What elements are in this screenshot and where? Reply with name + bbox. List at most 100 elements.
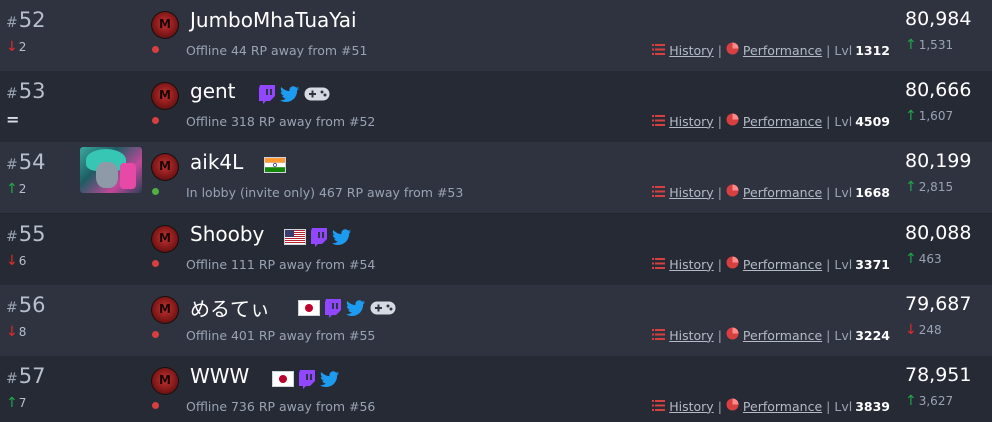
performance-link[interactable]: Performance bbox=[743, 114, 822, 129]
rank: #52 bbox=[6, 8, 45, 32]
list-icon bbox=[652, 399, 666, 414]
rank-emblem-icon: M bbox=[151, 11, 179, 39]
japan-flag-icon bbox=[298, 300, 320, 316]
history-link[interactable]: History bbox=[669, 185, 713, 200]
link-divider: | bbox=[826, 113, 831, 129]
link-divider: | bbox=[717, 184, 722, 200]
player-name[interactable]: めるてぃ bbox=[190, 293, 270, 322]
rank-hash: # bbox=[6, 15, 18, 31]
leaderboard-row: #55 ↓6 M Shooby Offline 111 RP away from… bbox=[0, 214, 992, 285]
rank-change-value: 6 bbox=[18, 254, 27, 268]
japan-flag-icon bbox=[272, 371, 294, 387]
usa-flag-icon bbox=[284, 229, 306, 245]
twitter-icon[interactable] bbox=[332, 228, 352, 246]
arrow-up-icon: ↑ bbox=[6, 395, 18, 411]
player-name[interactable]: JumboMhaTuaYai bbox=[190, 8, 357, 32]
india-flag-icon bbox=[264, 157, 286, 173]
player-name[interactable]: Shooby bbox=[190, 222, 264, 246]
twitch-icon[interactable] bbox=[310, 227, 328, 247]
gamepad-icon bbox=[370, 300, 396, 316]
arrow-up-icon: ↑ bbox=[6, 181, 18, 197]
rank-change-value: 8 bbox=[18, 325, 27, 339]
level-value: 3371 bbox=[855, 256, 890, 272]
rp-change: ↑ 3,627 bbox=[905, 393, 953, 409]
player-badges bbox=[298, 298, 396, 318]
pie-chart-icon bbox=[726, 327, 739, 343]
history-link[interactable]: History bbox=[669, 257, 713, 272]
history-link[interactable]: History bbox=[669, 114, 713, 129]
arrow-down-icon: ↓ bbox=[6, 253, 18, 269]
rank: #56 bbox=[6, 293, 45, 317]
rp-change: ↑ 1,531 bbox=[905, 37, 953, 53]
list-icon bbox=[652, 114, 666, 129]
twitter-icon[interactable] bbox=[280, 85, 300, 103]
player-badges bbox=[284, 227, 352, 247]
link-divider: | bbox=[717, 327, 722, 343]
rank-emblem-icon: M bbox=[151, 82, 179, 110]
rp-total: 80,199 bbox=[905, 150, 972, 172]
pie-chart-icon bbox=[726, 184, 739, 200]
rp-change: ↓ 248 bbox=[905, 322, 942, 338]
arrow-up-icon: ↑ bbox=[905, 108, 917, 124]
rank-number: 53 bbox=[18, 79, 46, 103]
performance-link[interactable]: Performance bbox=[743, 328, 822, 343]
arrow-down-icon: ↓ bbox=[905, 322, 917, 338]
rank-change: ↓6 bbox=[6, 253, 26, 269]
twitch-icon[interactable] bbox=[324, 298, 342, 318]
rank: #53 bbox=[6, 79, 45, 103]
player-status: Offline 736 RP away from #56 bbox=[186, 399, 376, 414]
player-status: Offline 318 RP away from #52 bbox=[186, 114, 376, 129]
player-links: History | Performance | Lvl 3839 bbox=[652, 398, 890, 414]
link-divider: | bbox=[717, 256, 722, 272]
performance-link[interactable]: Performance bbox=[743, 185, 822, 200]
rp-change-value: 2,815 bbox=[918, 180, 954, 194]
link-divider: | bbox=[717, 113, 722, 129]
history-link[interactable]: History bbox=[669, 328, 713, 343]
player-name[interactable]: aik4L bbox=[190, 150, 243, 174]
rp-change: ↑ 2,815 bbox=[905, 179, 953, 195]
twitch-icon[interactable] bbox=[298, 369, 316, 389]
leaderboard-row: #56 ↓8 M めるてぃ Offline 401 RP away from #… bbox=[0, 285, 992, 356]
level-value: 1668 bbox=[855, 184, 890, 200]
player-name[interactable]: gent bbox=[190, 79, 236, 103]
performance-link[interactable]: Performance bbox=[743, 43, 822, 58]
rank-number: 52 bbox=[18, 8, 46, 32]
rp-change-value: 248 bbox=[918, 323, 942, 337]
leaderboard-row: #53 = M gent Offline 318 RP away from #5… bbox=[0, 71, 992, 142]
twitter-icon[interactable] bbox=[320, 370, 340, 388]
online-status-dot bbox=[152, 46, 159, 53]
rp-total: 80,088 bbox=[905, 222, 972, 244]
player-status: Offline 401 RP away from #55 bbox=[186, 328, 376, 343]
rank-change: ↑7 bbox=[6, 395, 26, 411]
performance-link[interactable]: Performance bbox=[743, 257, 822, 272]
level-label: Lvl bbox=[834, 398, 853, 414]
online-status-dot bbox=[152, 117, 159, 124]
rp-total: 80,984 bbox=[905, 8, 972, 30]
rank-hash: # bbox=[6, 300, 18, 316]
link-divider: | bbox=[826, 398, 831, 414]
twitter-icon[interactable] bbox=[346, 299, 366, 317]
level-label: Lvl bbox=[834, 184, 853, 200]
player-links: History | Performance | Lvl 1668 bbox=[652, 184, 890, 200]
history-link[interactable]: History bbox=[669, 43, 713, 58]
performance-link[interactable]: Performance bbox=[743, 399, 822, 414]
player-name[interactable]: WWW bbox=[190, 364, 249, 388]
list-icon bbox=[652, 43, 666, 58]
link-divider: | bbox=[826, 256, 831, 272]
rank-change: ↓2 bbox=[6, 39, 26, 55]
pie-chart-icon bbox=[726, 398, 739, 414]
player-avatar bbox=[80, 147, 142, 193]
rp-change: ↑ 463 bbox=[905, 251, 942, 267]
rp-change-value: 463 bbox=[918, 252, 942, 266]
pie-chart-icon bbox=[726, 113, 739, 129]
rank-hash: # bbox=[6, 371, 18, 387]
player-status: Offline 111 RP away from #54 bbox=[186, 257, 376, 272]
online-status-dot bbox=[152, 331, 159, 338]
list-icon bbox=[652, 185, 666, 200]
history-link[interactable]: History bbox=[669, 399, 713, 414]
twitch-icon[interactable] bbox=[258, 84, 276, 104]
arrow-down-icon: ↓ bbox=[6, 324, 18, 340]
rp-change-value: 1,607 bbox=[918, 109, 954, 123]
rank-number: 56 bbox=[18, 293, 46, 317]
rank-emblem-icon: M bbox=[151, 296, 179, 324]
